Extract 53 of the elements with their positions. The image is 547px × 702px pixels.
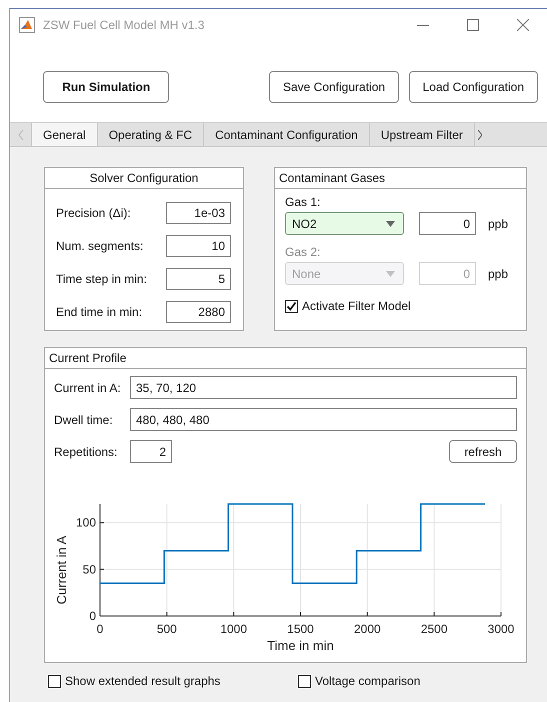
tick-label: 1500 [287, 622, 314, 636]
field-label: Repetitions: [54, 444, 118, 458]
unit-label: ppb [488, 216, 508, 230]
chevron-right-icon[interactable] [478, 130, 482, 140]
axis-title: Time in min [267, 638, 334, 653]
text-field[interactable]: 0 [419, 212, 476, 235]
config-button[interactable]: Load Configuration [408, 71, 538, 103]
panel-title: Solver Configuration [90, 171, 198, 185]
tick-label: 100 [76, 516, 96, 530]
checkbox-label: Activate Filter Model [302, 299, 411, 313]
checkbox-label: Show extended result graphs [65, 674, 220, 688]
axis-title: Current in A [54, 536, 69, 604]
panel-title: Current Profile [49, 351, 126, 365]
text-field[interactable]: 35, 70, 120 [130, 376, 517, 399]
field-label: Dwell time: [54, 412, 114, 426]
run-button[interactable]: Run Simulation [43, 71, 170, 103]
config-button[interactable]: Save Configuration [269, 71, 399, 103]
field-label: End time in min: [56, 305, 142, 319]
tick-label: 0 [89, 609, 96, 623]
panel-title: Contaminant Gases [279, 171, 386, 185]
checkbox[interactable] [48, 674, 61, 688]
text-field[interactable]: 2880 [166, 301, 231, 323]
checkbox[interactable] [285, 300, 298, 312]
field-label: Time step in min: [56, 272, 147, 286]
gas-dropdown[interactable]: NO2 [285, 212, 404, 235]
app-icon [19, 16, 35, 32]
text-field[interactable]: 10 [166, 235, 231, 257]
tick-label: 2000 [354, 622, 381, 636]
gas-label: Gas 2: [285, 245, 322, 259]
close-icon[interactable] [517, 18, 529, 30]
checkbox[interactable] [298, 674, 311, 688]
tick-label: 0 [96, 622, 104, 636]
text-field[interactable]: 480, 480, 480 [130, 408, 517, 431]
maximize-icon[interactable] [467, 18, 479, 30]
text-field[interactable]: 2 [130, 440, 172, 463]
field-label: Current in A: [54, 380, 122, 394]
field-label: Precision (Δi): [56, 206, 131, 220]
text-field[interactable]: 5 [166, 268, 231, 290]
tab[interactable]: General [32, 123, 98, 146]
checkbox-label: Voltage comparison [315, 674, 420, 688]
refresh-button[interactable]: refresh [449, 440, 517, 463]
gas-label: Gas 1: [285, 195, 322, 209]
caret-icon [386, 270, 395, 276]
unit-label: ppb [488, 266, 508, 280]
text-field[interactable]: 1e-03 [166, 202, 231, 224]
caret-icon [386, 220, 395, 226]
tick-label: 1000 [220, 622, 248, 636]
window-title: ZSW Fuel Cell Model MH v1.3 [43, 18, 206, 32]
tick-label: 500 [156, 622, 177, 636]
tick-label: 3000 [488, 622, 514, 636]
tick-label: 50 [82, 562, 96, 576]
field-label: Num. segments: [56, 239, 144, 253]
tick-label: 2500 [420, 622, 448, 636]
